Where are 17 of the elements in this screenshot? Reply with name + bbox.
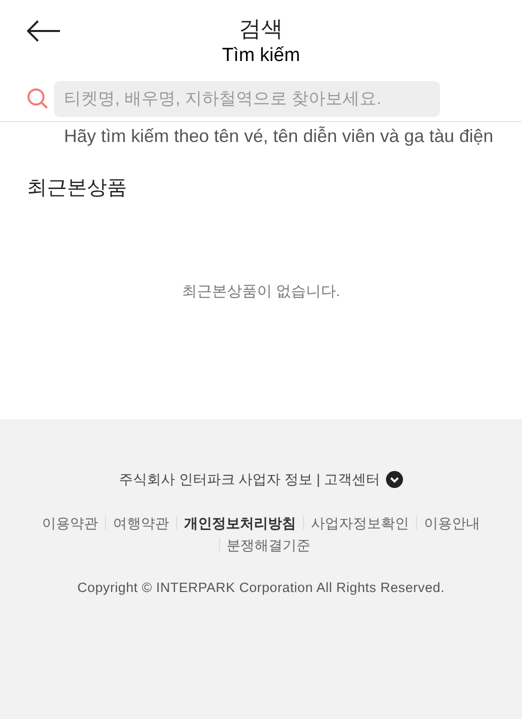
footer-link[interactable]: 개인정보처리방침 (184, 512, 296, 534)
search-field[interactable]: 티켓명, 배우명, 지하철역으로 찾아보세요. (54, 80, 440, 116)
footer-link[interactable]: 여행약관 (113, 512, 169, 534)
section-title: 최근본상품 (26, 176, 128, 201)
copyright-text: Copyright © INTERPARK Corporation All Rights Reserved. (77, 579, 445, 597)
footer-link[interactable]: 이용안내 (424, 512, 480, 534)
footer-link[interactable]: 분쟁해결기준 (226, 534, 310, 556)
search-hint: Hãy tìm kiếm theo tên vé, tên diễn viên và ga tàu điện (63, 125, 494, 148)
empty-message: 최근본상품이 없습니다. (180, 282, 342, 302)
chevron-button-icon[interactable] (386, 471, 404, 488)
search-icon (27, 88, 48, 109)
footer-link[interactable]: 사업자정보확인 (311, 512, 409, 534)
page-subtitle: Tìm kiếm (222, 44, 300, 68)
company-info: 주식회사 인터파크 사업자 정보 | 고객센터 (118, 470, 380, 489)
footer-link[interactable]: 이용약관 (42, 512, 98, 534)
page-title: 검색 (239, 15, 283, 43)
back-arrow-icon[interactable] (27, 20, 60, 42)
